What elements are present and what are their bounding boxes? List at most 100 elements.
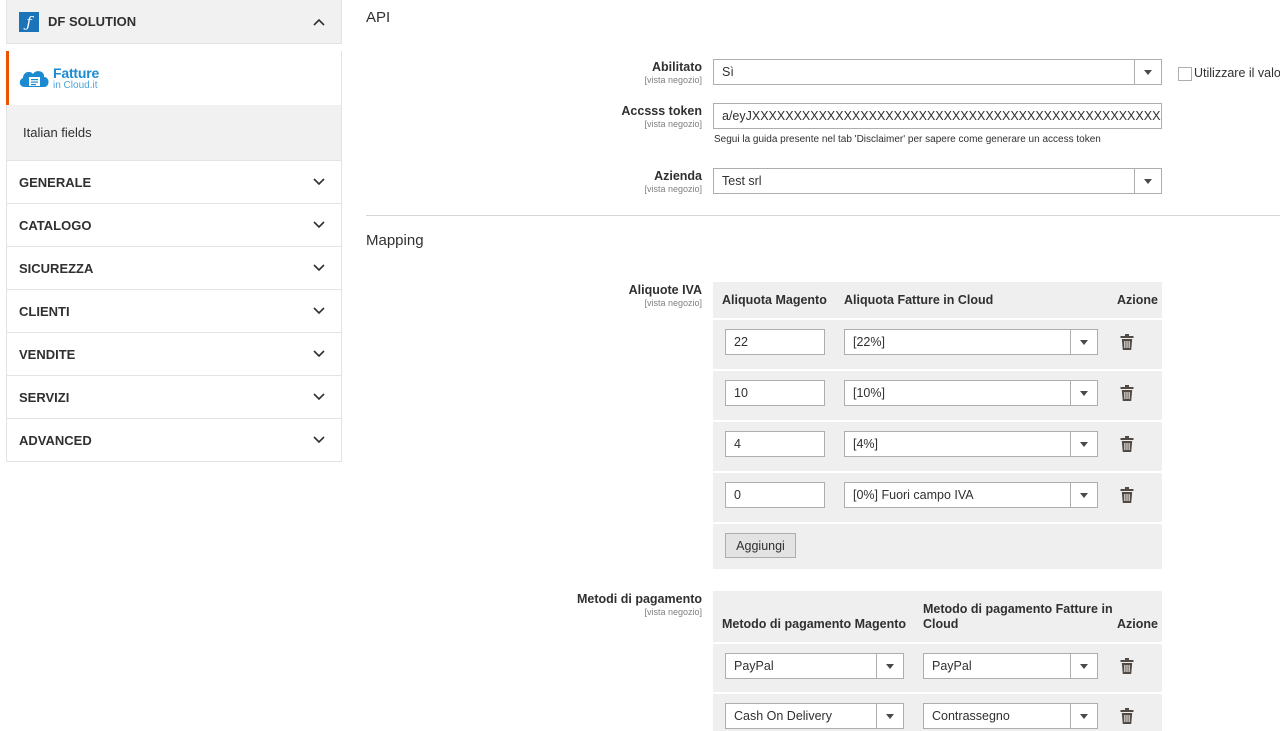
vat-cloud-value: [4%] <box>853 437 879 451</box>
sidebar-section-label: GENERALE <box>19 174 92 190</box>
vat-label: Aliquote IVA <box>628 283 702 297</box>
chevron-down-icon <box>311 432 327 448</box>
access-token-input[interactable]: a/eyJXXXXXXXXXXXXXXXXXXXXXXXXXXXXXXXXXXX… <box>713 103 1162 129</box>
chevron-down-icon <box>311 346 327 362</box>
sidebar-section-label: VENDITE <box>19 346 76 362</box>
payment-label: Metodi di pagamento <box>577 592 702 606</box>
sidebar-section-sicurezza[interactable]: SICUREZZA <box>6 247 342 290</box>
row-separator <box>713 522 1162 524</box>
vat-col-action: Azione <box>1117 293 1158 307</box>
add-vat-row-button[interactable]: Aggiungi <box>725 533 796 558</box>
payment-magento-select[interactable]: Cash On Delivery <box>725 703 904 729</box>
vat-mapping-grid: Aliquota Magento Aliquota Fatture in Clo… <box>713 282 1162 569</box>
payment-col-cloud-line1: Metodo di pagamento Fatture in <box>923 602 1113 616</box>
row-separator <box>713 369 1162 371</box>
sidebar-section-label: CLIENTI <box>19 303 70 319</box>
vat-magento-input[interactable]: 22 <box>725 329 825 355</box>
vat-magento-input[interactable]: 4 <box>725 431 825 457</box>
trash-icon[interactable] <box>1120 436 1134 452</box>
row-separator <box>713 692 1162 694</box>
sidebar-item-fatture-in-cloud[interactable]: Fatture in Cloud.it <box>6 51 342 105</box>
trash-icon[interactable] <box>1120 708 1134 724</box>
payment-mapping-grid: Metodo di pagamento Magento Metodo di pa… <box>713 591 1162 731</box>
cloud-document-icon <box>17 67 51 89</box>
payment-col-magento: Metodo di pagamento Magento <box>722 617 907 631</box>
sidebar-section-servizi[interactable]: SERVIZI <box>6 376 342 419</box>
token-label: Accsss token <box>621 104 702 118</box>
mapping-section-title: Mapping <box>366 232 424 249</box>
company-select[interactable]: Test srl <box>713 168 1162 194</box>
vat-cloud-select[interactable]: [10%] <box>844 380 1098 406</box>
vat-cloud-select[interactable]: [22%] <box>844 329 1098 355</box>
vat-magento-input[interactable]: 10 <box>725 380 825 406</box>
vat-col-magento: Aliquota Magento <box>722 293 827 307</box>
dropdown-arrow-icon <box>1070 704 1097 728</box>
row-separator <box>713 420 1162 422</box>
vat-scope: [vista negozio] <box>644 298 702 308</box>
access-token-note: Segui la guida presente nel tab 'Disclai… <box>714 134 1101 145</box>
sidebar-section-catalogo[interactable]: CATALOGO <box>6 204 342 247</box>
payment-label-group: Metodi di pagamento [vista negozio] <box>577 592 702 617</box>
trash-icon[interactable] <box>1120 385 1134 401</box>
payment-cloud-select[interactable]: Contrassegno <box>923 703 1098 729</box>
dropdown-arrow-icon <box>876 654 903 678</box>
dropdown-arrow-icon <box>1070 381 1097 405</box>
enabled-label: Abilitato <box>652 60 702 74</box>
trash-icon[interactable] <box>1120 658 1134 674</box>
sidebar-section-advanced[interactable]: ADVANCED <box>6 419 342 462</box>
chevron-down-icon <box>311 389 327 405</box>
vat-magento-value: 22 <box>734 335 748 349</box>
use-default-label: Utilizzare il valor <box>1194 66 1280 80</box>
brand-name: Fatture <box>53 64 100 81</box>
chevron-down-icon <box>311 174 327 190</box>
access-token-value: a/eyJXXXXXXXXXXXXXXXXXXXXXXXXXXXXXXXXXXX… <box>722 109 1161 123</box>
section-divider <box>366 215 1280 216</box>
vat-magento-input[interactable]: 0 <box>725 482 825 508</box>
dropdown-arrow-icon <box>1070 483 1097 507</box>
dropdown-arrow-icon <box>1134 60 1161 84</box>
vat-cloud-select[interactable]: [0%] Fuori campo IVA <box>844 482 1098 508</box>
payment-magento-value: PayPal <box>734 659 774 673</box>
payment-col-action: Azione <box>1117 617 1158 631</box>
vat-label-group: Aliquote IVA [vista negozio] <box>629 283 702 308</box>
payment-scope: [vista negozio] <box>644 607 702 617</box>
company-label: Azienda <box>654 169 702 183</box>
sidebar-section-label: SERVIZI <box>19 389 70 405</box>
payment-magento-select[interactable]: PayPal <box>725 653 904 679</box>
sidebar-section-generale[interactable]: GENERALE <box>6 161 342 204</box>
dropdown-arrow-icon <box>1070 654 1097 678</box>
sidebar-section-clienti[interactable]: CLIENTI <box>6 290 342 333</box>
sidebar-section-label: ADVANCED <box>19 432 92 448</box>
chevron-up-icon <box>311 14 327 30</box>
chevron-down-icon <box>311 217 327 233</box>
payment-col-cloud: Metodo di pagamento Fatture in Cloud <box>923 602 1113 632</box>
api-section-title: API <box>366 9 391 26</box>
payment-magento-value: Cash On Delivery <box>734 709 832 723</box>
dropdown-arrow-icon <box>1070 330 1097 354</box>
enabled-select[interactable]: Sì <box>713 59 1162 85</box>
vat-cloud-value: [0%] Fuori campo IVA <box>853 488 974 502</box>
company-scope: [vista negozio] <box>644 184 702 194</box>
vat-magento-value: 4 <box>734 437 741 451</box>
vat-cloud-value: [22%] <box>853 335 885 349</box>
enabled-select-value: Sì <box>722 65 734 79</box>
company-select-value: Test srl <box>722 174 762 188</box>
brand-subtitle: in Cloud.it <box>53 79 98 91</box>
enabled-scope: [vista negozio] <box>644 75 702 85</box>
trash-icon[interactable] <box>1120 487 1134 503</box>
payment-col-cloud-line2: Cloud <box>923 617 959 631</box>
use-default-checkbox[interactable] <box>1178 67 1192 81</box>
sidebar-section-vendite[interactable]: VENDITE <box>6 333 342 376</box>
sidebar-item-italian-fields[interactable]: Italian fields <box>6 105 342 161</box>
trash-icon[interactable] <box>1120 334 1134 350</box>
payment-cloud-select[interactable]: PayPal <box>923 653 1098 679</box>
vat-magento-value: 0 <box>734 488 741 502</box>
row-separator <box>713 471 1162 473</box>
sidebar-header-title: DF SOLUTION <box>48 14 137 29</box>
company-label-group: Azienda [vista negozio] <box>644 169 702 194</box>
sidebar-header-df-solution[interactable]: ƒ DF SOLUTION <box>6 0 342 44</box>
vat-col-cloud: Aliquota Fatture in Cloud <box>844 293 994 307</box>
vat-cloud-select[interactable]: [4%] <box>844 431 1098 457</box>
payment-cloud-value: PayPal <box>932 659 972 673</box>
enabled-label-group: Abilitato [vista negozio] <box>644 60 702 85</box>
